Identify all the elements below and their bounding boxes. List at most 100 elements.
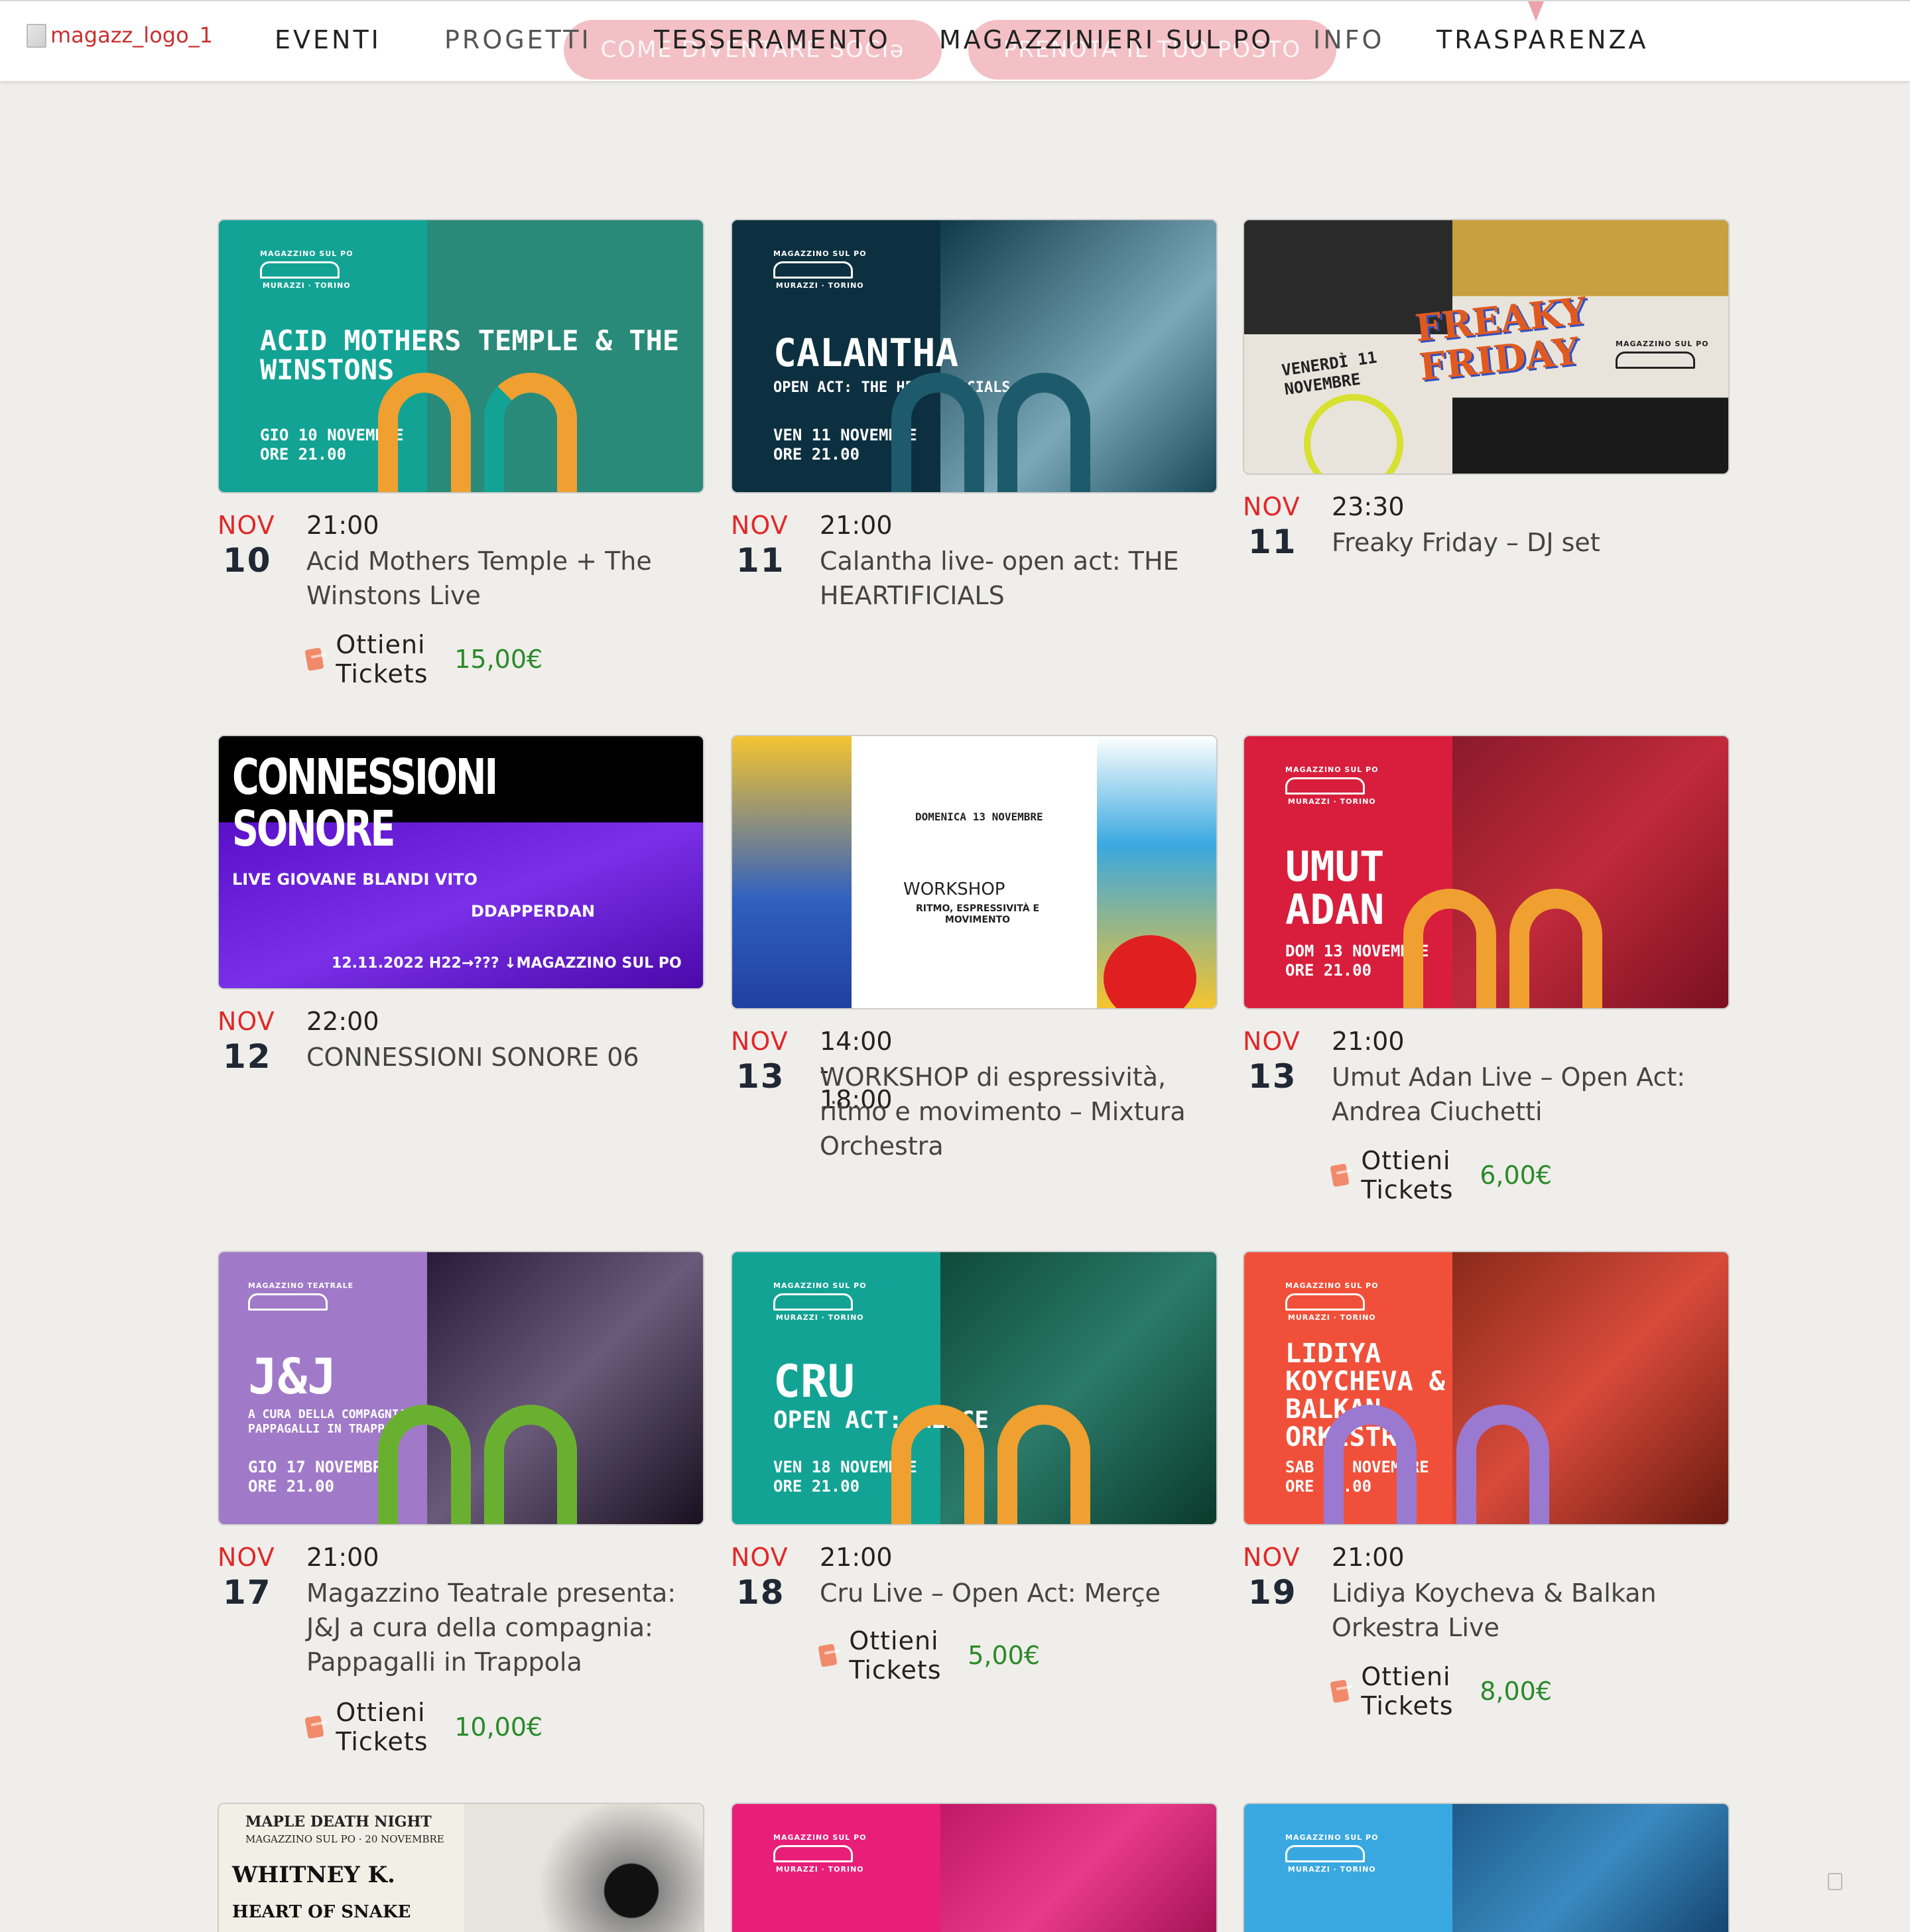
event-title[interactable]: Magazzino Teatrale presenta: J&J a cura … xyxy=(306,1576,678,1679)
event-month: NOV xyxy=(731,1543,789,1572)
arch-graphic xyxy=(1456,1405,1549,1524)
arch-graphic xyxy=(484,373,577,492)
event-poster[interactable]: MAGAZZINO TEATRALE J&J A CURA DELLA COMP… xyxy=(218,1251,704,1525)
event-day: 19 xyxy=(1248,1573,1297,1612)
arch-graphic xyxy=(997,1405,1090,1524)
venue-logo: MAGAZZINO SUL PO MURAZZI · TORINO xyxy=(1285,765,1379,806)
event-day: 13 xyxy=(736,1057,785,1096)
tickets-link[interactable]: Ottieni Tickets 8,00€ xyxy=(1330,1662,1553,1720)
event-title[interactable]: Lidiya Koycheva & Balkan Orkestra Live xyxy=(1332,1576,1703,1645)
event-poster[interactable]: MAGAZZINO SUL PO MURAZZI · TORINO UMUT AD… xyxy=(1243,735,1730,1009)
dropdown-caret-icon xyxy=(1528,1,1544,21)
tickets-link[interactable]: Ottieni Tickets 10,00€ xyxy=(304,1698,543,1756)
event-time: 21:00 xyxy=(820,511,893,540)
poster-date: GIO 17 NOVEMBRE xyxy=(248,1458,392,1476)
ticket-icon xyxy=(304,1715,324,1739)
event-day: 13 xyxy=(1248,1057,1297,1096)
main-nav: EVENTI PROGETTI TESSERAMENTO MAGAZZINIER… xyxy=(0,25,1910,58)
venue-logo: MAGAZZINO SUL PO MURAZZI · TORINO xyxy=(1285,1833,1379,1874)
tickets-label: Ottieni Tickets xyxy=(336,630,428,688)
ticket-price: 15,00€ xyxy=(454,645,543,674)
event-title[interactable]: Freaky Friday – DJ set xyxy=(1332,525,1703,560)
event-poster[interactable]: MAGAZZINO SUL PO MURAZZI · TORINO CRU OPE… xyxy=(731,1251,1218,1525)
poster-top-text: MAPLE DEATH NIGHT xyxy=(245,1813,432,1831)
poster-title: CRU xyxy=(773,1356,855,1408)
nav-item-eventi[interactable]: EVENTI xyxy=(275,25,381,54)
event-poster[interactable]: MAGAZZINO SUL PO MURAZZI · TORINO LIDIYA … xyxy=(1243,1251,1730,1525)
event-poster[interactable]: MAGAZZINO SUL PO MURAZZI · TORINO xyxy=(731,1803,1218,1932)
tickets-link[interactable]: Ottieni Tickets 5,00€ xyxy=(818,1626,1040,1685)
nav-item-magazzinieri[interactable]: MAGAZZINIERI SUL PO xyxy=(939,25,1273,54)
event-day: 17 xyxy=(223,1573,272,1612)
venue-logo: MAGAZZINO SUL PO MURAZZI · TORINO xyxy=(260,249,353,290)
event-poster[interactable]: MAGAZZINO SUL PO MURAZZI · TORINO CALANTH… xyxy=(731,219,1218,493)
site-header: magazz_logo_1 COME DIVENTARE SOCIə PRENO… xyxy=(0,0,1910,81)
event-title[interactable]: CONNESSIONI SONORE 06 xyxy=(306,1040,678,1074)
poster-title: CONNESSIONI SONORE xyxy=(232,749,498,858)
arch-graphic xyxy=(378,1405,471,1524)
poster-title: WHITNEY K. xyxy=(232,1862,396,1888)
arch-graphic xyxy=(378,373,471,492)
poster-lineup: LIVE GIOVANE BLANDI VITO xyxy=(232,870,478,889)
poster-subtitle: HEART OF SNAKE xyxy=(232,1902,411,1922)
ticket-price: 8,00€ xyxy=(1480,1677,1553,1706)
event-title[interactable]: WORKSHOP di espressività, ritmo e movime… xyxy=(820,1060,1191,1163)
event-month: NOV xyxy=(731,511,789,540)
event-poster[interactable]: MAGAZZINO SUL PO MURAZZI · TORINO xyxy=(1243,1803,1730,1932)
venue-logo: MAGAZZINO SUL PO MURAZZI · TORINO xyxy=(773,249,867,290)
poster-hour: ORE 21.00 xyxy=(773,1476,860,1496)
event-title[interactable]: Umut Adan Live – Open Act: Andrea Ciuche… xyxy=(1332,1060,1703,1129)
tickets-label: Ottieni Tickets xyxy=(1361,1146,1454,1204)
event-poster[interactable]: CONNESSIONI SONORE LIVE GIOVANE BLANDI V… xyxy=(218,735,704,990)
event-day: 11 xyxy=(736,541,785,580)
venue-logo: MAGAZZINO TEATRALE xyxy=(248,1281,353,1313)
event-month: NOV xyxy=(731,1027,789,1056)
event-time: 23:30 xyxy=(1332,492,1405,521)
poster-title: J&J xyxy=(248,1348,337,1405)
scroll-to-top-icon[interactable] xyxy=(1828,1873,1842,1890)
event-day: 12 xyxy=(223,1037,272,1076)
event-time: 21:00 xyxy=(820,1543,893,1572)
ticket-price: 10,00€ xyxy=(454,1712,543,1742)
event-month: NOV xyxy=(218,1007,275,1036)
poster-subtop-text: MAGAZZINO SUL PO · 20 NOVEMBRE xyxy=(245,1833,444,1845)
event-month: NOV xyxy=(1243,1027,1301,1056)
poster-hour: ORE 21.00 xyxy=(260,444,347,464)
tickets-label: Ottieni Tickets xyxy=(849,1626,942,1685)
arch-graphic xyxy=(1403,889,1496,1008)
nav-item-progetti[interactable]: PROGETTI xyxy=(444,25,592,54)
arch-graphic xyxy=(997,373,1090,492)
event-day: 11 xyxy=(1248,523,1297,561)
poster-hour: ORE 21.00 xyxy=(1285,960,1372,980)
poster-date: 12.11.2022 H22→??? ↓MAGAZZINO SUL PO xyxy=(332,955,682,972)
event-poster[interactable]: WORKSHOP RITMO, ESPRESSIVITÀ E MOVIMENTO… xyxy=(731,735,1218,1009)
event-title[interactable]: Acid Mothers Temple + The Winstons Live xyxy=(306,544,678,613)
arch-graphic xyxy=(1509,889,1602,1008)
nav-item-tesseramento[interactable]: TESSERAMENTO xyxy=(654,25,891,54)
venue-logo: MAGAZZINO SUL PO xyxy=(1616,340,1709,371)
event-poster[interactable]: MAPLE DEATH NIGHT MAGAZZINO SUL PO · 20 … xyxy=(218,1803,704,1932)
tickets-link[interactable]: Ottieni Tickets 6,00€ xyxy=(1330,1146,1553,1204)
event-poster[interactable]: FREAKY FRIDAY VENERDÌ 11 NOVEMBRE MAGAZZ… xyxy=(1243,219,1730,475)
event-poster[interactable]: MAGAZZINO SUL PO MURAZZI · TORINO ACID MO… xyxy=(218,219,704,493)
poster-title: ACID MOTHERS TEMPLE & THE WINSTONS xyxy=(260,324,680,387)
event-month: NOV xyxy=(218,1543,275,1572)
tickets-link[interactable]: Ottieni Tickets 15,00€ xyxy=(304,630,543,688)
venue-logo: MAGAZZINO SUL PO MURAZZI · TORINO xyxy=(1285,1281,1379,1322)
ticket-icon xyxy=(1330,1163,1350,1187)
ticket-icon xyxy=(304,647,324,671)
ticket-icon xyxy=(818,1643,838,1667)
ticket-price: 6,00€ xyxy=(1480,1161,1553,1190)
nav-item-trasparenza[interactable]: TRASPARENZA xyxy=(1436,25,1649,54)
nav-item-info[interactable]: INFO xyxy=(1313,25,1384,54)
event-title[interactable]: Cru Live – Open Act: Merçe xyxy=(820,1576,1191,1610)
tickets-label: Ottieni Tickets xyxy=(1361,1662,1454,1720)
event-time: 21:00 xyxy=(306,511,379,540)
poster-title: CALANTHA xyxy=(773,330,959,375)
ticket-icon xyxy=(1330,1679,1350,1703)
event-time: 21:00 xyxy=(1332,1543,1405,1572)
poster-subtitle: RITMO, ESPRESSIVITÀ E MOVIMENTO xyxy=(915,903,1040,925)
event-time: 21:00 xyxy=(1332,1027,1405,1056)
event-title[interactable]: Calantha live- open act: THE HEARTIFICIA… xyxy=(820,544,1191,613)
poster-title: WORKSHOP xyxy=(903,879,1005,899)
